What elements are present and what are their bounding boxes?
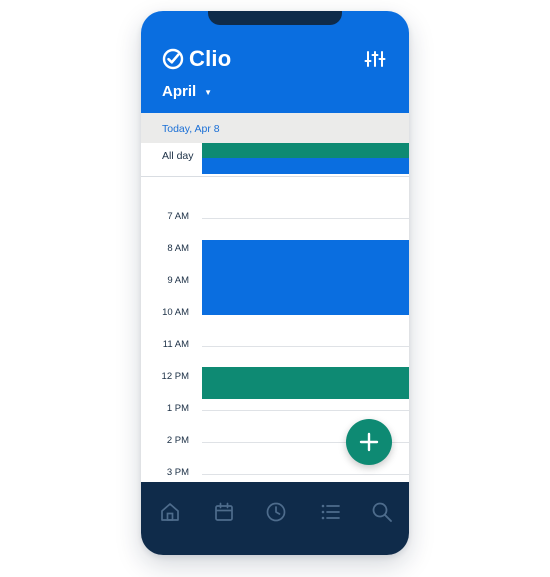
- list-icon: [321, 504, 340, 520]
- plus-icon: [359, 432, 379, 452]
- hour-label-3pm: 3 PM: [166, 467, 189, 478]
- tab-tasks[interactable]: [319, 501, 343, 525]
- filter-settings-icon[interactable]: [364, 49, 386, 74]
- tab-activities[interactable]: [265, 501, 289, 525]
- month-label: April: [162, 83, 197, 100]
- hour-label-10am: 10 AM: [162, 307, 189, 318]
- hour-label-1pm: 1 PM: [166, 403, 189, 414]
- clio-logo[interactable]: Clio: [162, 46, 231, 72]
- hour-line: [202, 474, 409, 475]
- add-event-button[interactable]: [346, 419, 392, 465]
- calendar-icon: [215, 502, 233, 521]
- app-name: Clio: [189, 46, 232, 71]
- hour-line: [202, 218, 409, 219]
- tab-home[interactable]: [159, 501, 183, 525]
- app-header: Clio April ▼: [141, 11, 409, 113]
- tab-calendar[interactable]: [213, 501, 237, 525]
- today-bar[interactable]: Today, Apr 8: [141, 113, 409, 143]
- tab-search[interactable]: [371, 501, 395, 525]
- hour-label-9am: 9 AM: [167, 275, 189, 286]
- hour-label-7am: 7 AM: [167, 211, 189, 222]
- all-day-row: All day: [141, 143, 409, 177]
- clock-icon: [266, 502, 286, 522]
- bottom-tab-bar: [141, 482, 409, 555]
- calendar-event-blue[interactable]: [202, 240, 409, 315]
- all-day-event-green[interactable]: [202, 143, 409, 158]
- all-day-label: All day: [162, 150, 194, 162]
- caret-down-icon: ▼: [204, 87, 213, 97]
- hour-label-8am: 8 AM: [167, 243, 189, 254]
- hour-line: [202, 410, 409, 411]
- hour-label-12pm: 12 PM: [161, 371, 189, 382]
- check-circle-icon: [162, 48, 184, 70]
- phone-notch: [208, 11, 342, 25]
- hour-line: [202, 346, 409, 347]
- hour-label-11am: 11 AM: [162, 339, 189, 350]
- calendar-event-green[interactable]: [202, 367, 409, 399]
- phone-frame: Clio April ▼ Today, Apr 8 All day 7 AM 8: [141, 11, 409, 555]
- home-icon: [161, 503, 179, 521]
- month-selector[interactable]: April ▼: [162, 83, 212, 100]
- all-day-event-blue[interactable]: [202, 158, 409, 174]
- today-label: Today, Apr 8: [162, 123, 220, 135]
- search-icon: [372, 502, 392, 522]
- hour-label-2pm: 2 PM: [166, 435, 189, 446]
